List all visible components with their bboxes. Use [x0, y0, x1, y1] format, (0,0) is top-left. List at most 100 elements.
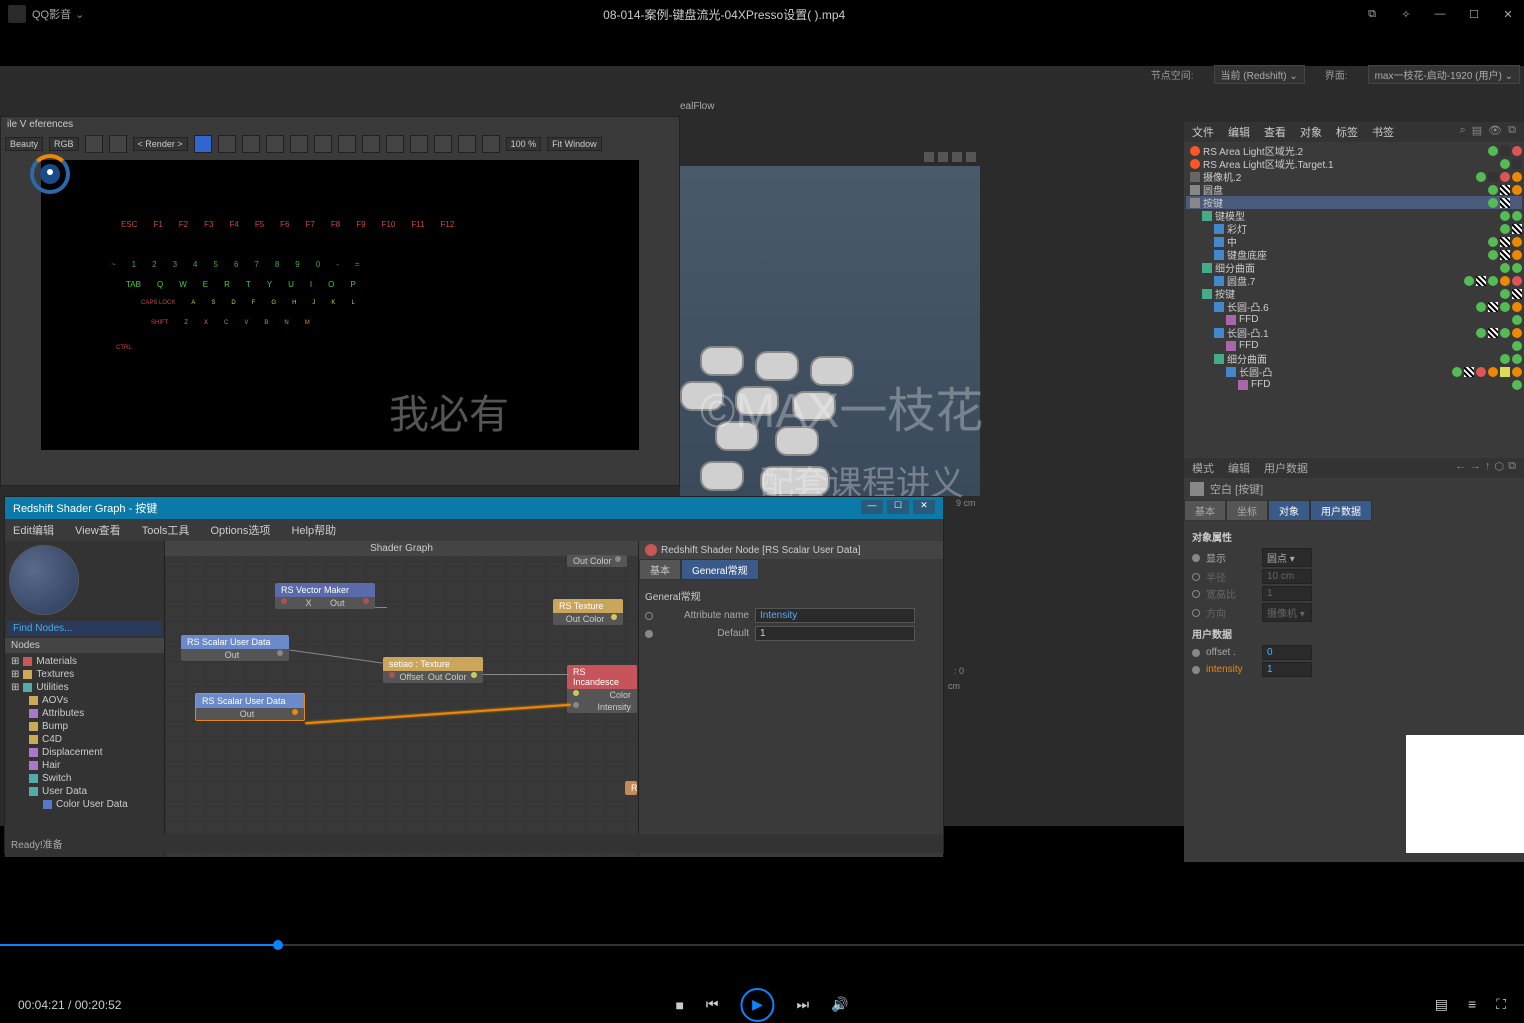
sg-find-nodes[interactable]: Find Nodes... — [7, 621, 162, 636]
tree-row[interactable]: 长圆-凸.6 — [1186, 300, 1522, 313]
node-rs-texture[interactable]: RS Texture Out Color — [553, 599, 623, 625]
rv-btn11[interactable] — [458, 135, 476, 153]
sg-menu-help[interactable]: Help帮助 — [291, 525, 336, 537]
layout-select[interactable]: max一枝花-启动-1920 (用户) ⌄ — [1368, 65, 1520, 84]
om-tab-edit[interactable]: 编辑 — [1228, 124, 1250, 140]
node-partial[interactable]: R — [625, 781, 637, 795]
eye-icon[interactable]: 👁 — [1488, 124, 1502, 140]
pin-icon[interactable]: ✧ — [1398, 6, 1414, 22]
node-setiao-texture[interactable]: setiao : Texture OffsetOut Color — [383, 657, 483, 683]
sg-tree-item[interactable]: User Data — [7, 785, 162, 798]
node-scalar-user-data-1[interactable]: RS Scalar User Data Out — [181, 635, 289, 661]
close-button[interactable]: ✕ — [1500, 6, 1516, 22]
lock-icon[interactable]: ⬡ — [1495, 460, 1505, 476]
next-button[interactable]: ⏭ — [797, 996, 810, 1013]
tree-row[interactable]: FFD — [1186, 378, 1522, 391]
sg-tree-item[interactable]: AOVs — [7, 694, 162, 707]
tree-row[interactable]: 长圆-凸.1 — [1186, 326, 1522, 339]
intensity-field[interactable]: 1 — [1262, 662, 1312, 677]
sg-minimize[interactable]: — — [861, 500, 883, 514]
back-icon[interactable]: ← — [1455, 460, 1466, 476]
seek-bar[interactable] — [0, 939, 1524, 951]
playlist-button[interactable]: ≡ — [1468, 996, 1476, 1013]
app-menu-dropdown[interactable]: ⌄ — [75, 8, 84, 21]
sg-rtab-basic[interactable]: 基本 — [639, 559, 681, 580]
offset-field[interactable]: 0 — [1262, 645, 1312, 660]
object-tree[interactable]: RS Area Light区域光.2RS Area Light区域光.Targe… — [1184, 142, 1524, 462]
rv-btn[interactable] — [85, 135, 103, 153]
sg-node-tree[interactable]: ⊞Materials⊞Textures⊞UtilitiesAOVsAttribu… — [5, 653, 164, 857]
rv-btn2[interactable] — [242, 135, 260, 153]
play-button[interactable]: ▶ — [741, 988, 775, 1022]
nodespace-select[interactable]: 当前 (Redshift) ⌄ — [1214, 65, 1305, 84]
attr-tab-edit[interactable]: 编辑 — [1228, 460, 1250, 476]
layers-icon[interactable]: ⧉ — [1508, 124, 1516, 140]
attr-tab-mode[interactable]: 模式 — [1192, 460, 1214, 476]
sg-tree-item[interactable]: Hair — [7, 759, 162, 772]
rv-btn10[interactable] — [434, 135, 452, 153]
viewport-3d[interactable] — [680, 166, 980, 496]
fwd-icon[interactable]: → — [1470, 460, 1481, 476]
display-select[interactable]: 圆点 ▾ — [1262, 548, 1312, 567]
om-tab-file[interactable]: 文件 — [1192, 124, 1214, 140]
stop-button[interactable]: ■ — [675, 997, 683, 1013]
rv-grid-icon[interactable] — [218, 135, 236, 153]
minimize-button[interactable]: — — [1432, 6, 1448, 22]
attr-subtab-userdata[interactable]: 用户数据 — [1310, 500, 1372, 521]
vp-icon[interactable] — [966, 152, 976, 162]
prev-button[interactable]: ⏮ — [706, 996, 719, 1013]
tree-row[interactable]: 长圆-凸 — [1186, 365, 1522, 378]
om-tab-view[interactable]: 查看 — [1264, 124, 1286, 140]
attr-subtab-basic[interactable]: 基本 — [1184, 500, 1226, 521]
node-scalar-user-data-2[interactable]: RS Scalar User Data Out — [195, 693, 305, 721]
sg-rtab-general[interactable]: General常规 — [681, 559, 759, 580]
om-tab-object[interactable]: 对象 — [1300, 124, 1322, 140]
up-icon[interactable]: ↑ — [1485, 460, 1491, 476]
fullscreen-button[interactable]: ⛶ — [1496, 996, 1506, 1013]
attr-subtab-coord[interactable]: 坐标 — [1226, 500, 1268, 521]
search-icon[interactable]: ⌕ — [1460, 124, 1466, 140]
rv-btn6[interactable] — [338, 135, 356, 153]
sg-menu-tools[interactable]: Tools工具 — [142, 525, 190, 537]
rv-channel-select[interactable]: Beauty — [5, 137, 43, 151]
rv-render-select[interactable]: < Render > — [133, 137, 188, 151]
sg-tree-item[interactable]: C4D — [7, 733, 162, 746]
volume-button[interactable]: 🔊 — [831, 996, 848, 1013]
node-vector-maker[interactable]: RS Vector Maker XOut — [275, 583, 375, 609]
sg-tree-item[interactable]: ⊞Utilities — [7, 681, 162, 694]
rv-btn4[interactable] — [290, 135, 308, 153]
sg-menu-view[interactable]: View查看 — [75, 525, 121, 537]
sg-graph-canvas[interactable]: Shader Graph Out Color RS Vector Maker X… — [165, 541, 638, 857]
filter-icon[interactable]: ▤ — [1472, 124, 1482, 140]
rv-rgb-select[interactable]: RGB — [49, 137, 79, 151]
rv-lock-icon[interactable] — [194, 135, 212, 153]
sg-tree-item[interactable]: ⊞Materials — [7, 655, 162, 668]
rv-zoom[interactable]: 100 % — [506, 137, 542, 151]
sg-tree-item[interactable]: ⊞Textures — [7, 668, 162, 681]
rv-btn5[interactable] — [314, 135, 332, 153]
sg-tree-item[interactable]: Switch — [7, 772, 162, 785]
sg-close[interactable]: ✕ — [913, 500, 935, 514]
rv-btn9[interactable] — [410, 135, 428, 153]
om-tab-bookmarks[interactable]: 书签 — [1372, 124, 1394, 140]
pip-icon[interactable]: ⧉ — [1364, 6, 1380, 22]
node-rs-incandescence[interactable]: RS Incandesce Color Intensity — [567, 665, 637, 713]
subtitle-button[interactable]: ▤ — [1435, 996, 1448, 1013]
sg-tree-item[interactable]: Bump — [7, 720, 162, 733]
rv-btn3[interactable] — [266, 135, 284, 153]
rv-btn7[interactable] — [362, 135, 380, 153]
seek-thumb[interactable] — [273, 940, 283, 950]
vp-icon[interactable] — [952, 152, 962, 162]
sg-maximize[interactable]: ☐ — [887, 500, 909, 514]
attr-tab-userdata[interactable]: 用户数据 — [1264, 460, 1308, 476]
rv-fit-select[interactable]: Fit Window — [547, 137, 602, 151]
vp-icon[interactable] — [938, 152, 948, 162]
sg-tree-item[interactable]: Attributes — [7, 707, 162, 720]
default-value-field[interactable] — [755, 626, 915, 641]
sg-menu-options[interactable]: Options选项 — [211, 525, 271, 537]
menu-icon[interactable]: ⧉ — [1508, 460, 1516, 476]
sg-tree-item[interactable]: Displacement — [7, 746, 162, 759]
rv-btn8[interactable] — [386, 135, 404, 153]
sg-menu-edit[interactable]: Edit编辑 — [13, 525, 54, 537]
rv-btn12[interactable] — [482, 135, 500, 153]
